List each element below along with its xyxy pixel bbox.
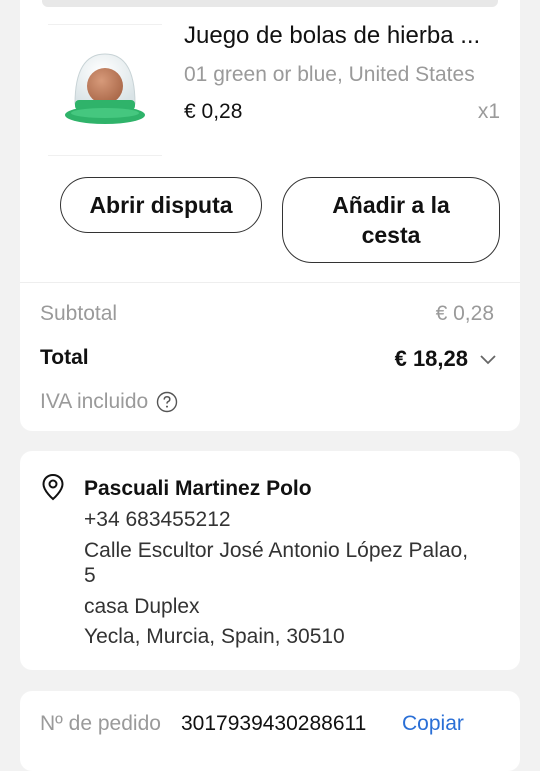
product-card: Juego de bolas de hierba ... 01 green or… <box>20 0 520 431</box>
subtotal-label: Subtotal <box>40 302 118 325</box>
recipient-phone: +34 683455212 <box>84 508 231 531</box>
product-thumbnail[interactable] <box>48 24 162 156</box>
open-dispute-button[interactable]: Abrir disputa <box>60 177 262 233</box>
order-number-label: Nº de pedido <box>40 712 161 735</box>
city-line: Yecla, Murcia, Spain, 30510 <box>84 625 345 648</box>
product-variant: 01 green or blue, United States <box>184 63 475 86</box>
address-extra: casa Duplex <box>84 595 200 618</box>
previous-item-strip <box>42 0 498 7</box>
total-label: Total <box>40 346 89 369</box>
help-icon[interactable] <box>156 391 178 413</box>
street-line-2: 5 <box>84 564 96 587</box>
total-value[interactable]: € 18,28 <box>395 346 468 372</box>
order-info-card: Nº de pedido 3017939430288611 Copiar <box>20 691 520 771</box>
location-pin-icon <box>40 473 66 506</box>
recipient-name: Pascuali Martinez Polo <box>84 477 312 500</box>
divider <box>20 282 520 283</box>
add-to-cart-button[interactable]: Añadir a la cesta <box>282 177 500 263</box>
tax-note-label: IVA incluido <box>40 390 149 413</box>
shipping-address-card: Pascuali Martinez Polo +34 683455212 Cal… <box>20 451 520 670</box>
order-number-value: 3017939430288611 <box>181 712 367 735</box>
product-price: € 0,28 <box>184 100 243 123</box>
product-title[interactable]: Juego de bolas de hierba ... <box>184 22 504 50</box>
street-line-1: Calle Escultor José Antonio López Palao, <box>84 539 469 562</box>
chevron-down-icon[interactable] <box>478 350 498 375</box>
tax-note: IVA incluido <box>40 390 178 414</box>
product-quantity: x1 <box>477 100 500 123</box>
subtotal-value: € 0,28 <box>435 302 494 325</box>
catnip-ball-icon <box>65 53 145 124</box>
copy-order-number-link[interactable]: Copiar <box>402 712 464 736</box>
